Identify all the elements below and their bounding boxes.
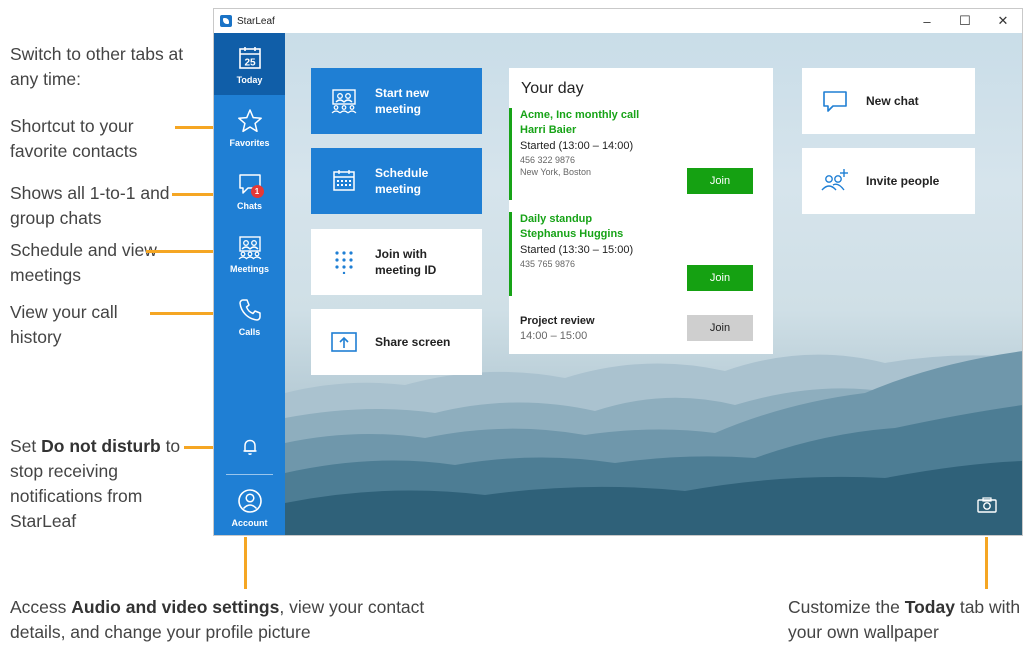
nav-meetings-label: Meetings: [229, 263, 269, 274]
join-button[interactable]: Join: [687, 168, 753, 194]
meeting-room-icon: [327, 84, 361, 118]
new-chat-icon: [818, 84, 852, 118]
new-chat-label: New chat: [866, 94, 919, 108]
meeting-status: Started (13:30 – 15:00): [520, 244, 634, 256]
schedule-meeting-label: Schedule meeting: [375, 166, 429, 196]
annotation-wallpaper: Customize the Today tab with your own wa…: [788, 595, 1023, 645]
meeting-details: Daily standup Stephanus Huggins Started …: [520, 212, 633, 270]
bell-icon: [236, 433, 264, 461]
do-not-disturb-button[interactable]: [214, 425, 285, 469]
pointer-dnd: [184, 446, 213, 449]
meeting-name: Daily standup: [520, 213, 593, 225]
meeting-item: Acme, Inc monthly call Harri Baier Start…: [509, 108, 773, 200]
nav-account[interactable]: Account: [214, 478, 285, 535]
annotation-chats: Shows all 1-to-1 and group chats: [10, 183, 170, 228]
sidebar: 25 Today Favorites 1 Chats Meetings Call…: [214, 33, 285, 535]
join-meeting-id-tile[interactable]: Join with meeting ID: [311, 229, 482, 295]
close-button[interactable]: ✕: [984, 9, 1022, 33]
pointer-wallpaper: [985, 537, 988, 589]
pointer-favorites: [175, 126, 213, 129]
schedule-meeting-tile[interactable]: Schedule meeting: [311, 148, 482, 214]
calendar-icon: 25: [236, 44, 264, 72]
share-screen-label: Share screen: [375, 335, 451, 349]
meeting-name: Project review: [520, 315, 595, 327]
invite-people-label: Invite people: [866, 174, 940, 188]
meeting-item: Project review 14:00 – 15:00 Join: [509, 314, 773, 348]
keypad-icon: [327, 245, 361, 279]
annotation-meetings: Schedule and view meetings: [10, 240, 157, 285]
nav-today[interactable]: 25 Today: [214, 33, 285, 95]
share-screen-tile[interactable]: Share screen: [311, 309, 482, 375]
window-controls: – ☐ ✕: [908, 9, 1022, 33]
invite-people-icon: [818, 164, 852, 198]
nav-favorites-label: Favorites: [229, 137, 270, 148]
start-meeting-tile[interactable]: Start new meeting: [311, 68, 482, 134]
join-meeting-id-label: Join with meeting ID: [375, 247, 437, 277]
annotation-dnd: Set Do not disturb to stop receiving not…: [10, 434, 210, 534]
meeting-details: Project review 14:00 – 15:00: [520, 314, 595, 344]
window-title: StarLeaf: [237, 15, 275, 27]
nav-account-label: Account: [231, 517, 268, 528]
nav-calls[interactable]: Calls: [214, 285, 285, 347]
start-meeting-label: Start new meeting: [375, 86, 430, 116]
your-day-panel: Your day Acme, Inc monthly call Harri Ba…: [509, 68, 773, 354]
annotation-tabs: Switch to other tabs at any time:: [10, 44, 184, 89]
pointer-chats: [172, 193, 213, 196]
app-window: StarLeaf – ☐ ✕ 25 Today Favorites 1 Chat…: [213, 8, 1023, 536]
nav-meetings[interactable]: Meetings: [214, 222, 285, 284]
sidebar-divider: [226, 474, 273, 475]
wallpaper-text-bold: Today: [904, 597, 955, 617]
account-icon: [236, 487, 264, 515]
new-chat-tile[interactable]: New chat: [802, 68, 975, 134]
meeting-item: Daily standup Stephanus Huggins Started …: [509, 212, 773, 296]
annotation-account: Access Audio and video settings, view yo…: [10, 595, 430, 645]
meeting-phone: 435 765 9876: [520, 259, 576, 269]
meeting-name: Acme, Inc monthly call: [520, 109, 640, 121]
meeting-phone: 456 322 9876: [520, 155, 576, 165]
nav-today-label: Today: [236, 74, 263, 85]
pointer-meetings: [146, 250, 213, 253]
meeting-details: Acme, Inc monthly call Harri Baier Start…: [520, 108, 639, 178]
invite-people-tile[interactable]: Invite people: [802, 148, 975, 214]
maximize-button[interactable]: ☐: [946, 9, 984, 33]
account-text-bold: Audio and video settings: [71, 597, 280, 617]
schedule-calendar-icon: [327, 164, 361, 198]
annotation-calls: View your call history: [10, 302, 118, 347]
nav-chats-label: Chats: [236, 200, 262, 211]
account-text-pre: Access: [10, 597, 72, 617]
change-wallpaper-button[interactable]: [977, 497, 997, 513]
minimize-button[interactable]: –: [908, 9, 946, 33]
meetings-icon: [236, 233, 264, 261]
pointer-account: [244, 537, 247, 589]
star-icon: [236, 107, 264, 135]
meeting-host: Stephanus Huggins: [520, 228, 624, 240]
nav-chats[interactable]: 1 Chats: [214, 159, 285, 221]
wallpaper-text-pre: Customize the: [788, 597, 905, 617]
phone-icon: [236, 296, 264, 324]
meeting-host: Harri Baier: [520, 124, 577, 136]
join-button[interactable]: Join: [687, 265, 753, 291]
camera-icon: [977, 497, 997, 513]
chat-icon: 1: [236, 170, 264, 198]
pointer-calls: [150, 312, 213, 315]
meeting-time: 14:00 – 15:00: [520, 330, 588, 342]
title-bar: StarLeaf – ☐ ✕: [214, 9, 1022, 33]
share-screen-icon: [327, 325, 361, 359]
join-button[interactable]: Join: [687, 315, 753, 341]
meeting-status: Started (13:00 – 14:00): [520, 140, 634, 152]
annotation-favorites: Shortcut to your favorite contacts: [10, 116, 138, 161]
today-view: Start new meeting Schedule meeting Join …: [285, 33, 1022, 535]
unread-badge: 1: [250, 184, 264, 198]
your-day-title: Your day: [521, 80, 584, 97]
dnd-text-pre: Set: [10, 436, 42, 456]
calendar-date: 25: [244, 57, 256, 68]
dnd-text-bold: Do not disturb: [41, 436, 161, 456]
starleaf-logo-icon: [220, 15, 232, 27]
meeting-location: New York, Boston: [520, 167, 592, 177]
nav-calls-label: Calls: [238, 326, 261, 337]
nav-favorites[interactable]: Favorites: [214, 96, 285, 158]
